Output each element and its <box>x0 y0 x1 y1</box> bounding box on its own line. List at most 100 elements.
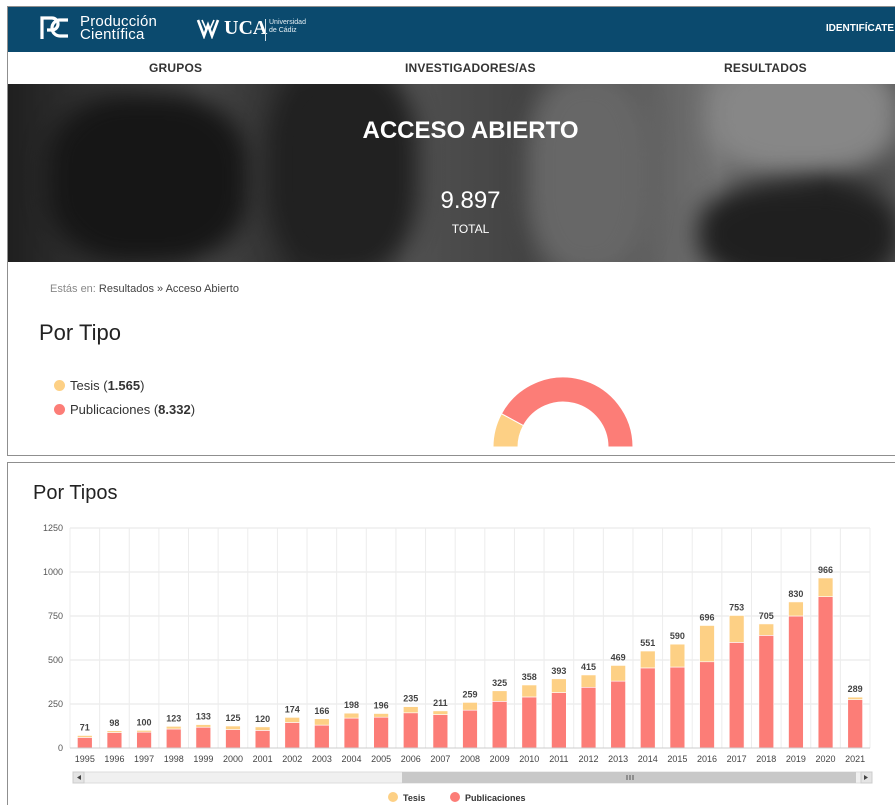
bar-publicaciones-2013[interactable] <box>610 680 626 749</box>
legend-item-publicaciones[interactable]: Publicaciones (8.332) <box>54 397 195 421</box>
x-tick-label: 2007 <box>430 754 450 764</box>
bar-tesis-2017[interactable] <box>728 615 745 643</box>
donut-slice-publicaciones[interactable] <box>500 376 634 447</box>
legend-marker-tesis[interactable] <box>388 792 398 802</box>
bar-tesis-2010[interactable] <box>521 684 537 698</box>
bar-tesis-2016[interactable] <box>699 625 715 663</box>
bar-tesis-2004[interactable] <box>343 712 360 719</box>
bar-tesis-1999[interactable] <box>195 724 212 728</box>
type-legend: Tesis (1.565) Publicaciones (8.332) <box>54 373 195 421</box>
bar-publicaciones-2000[interactable] <box>225 729 241 749</box>
data-label-2012: 415 <box>581 662 596 672</box>
bar-tesis-2013[interactable] <box>610 665 626 682</box>
bar-publicaciones-2017[interactable] <box>728 642 745 749</box>
data-label-2004: 198 <box>344 700 359 710</box>
bar-tesis-2021[interactable] <box>847 696 863 700</box>
legend-item-tesis[interactable]: Tesis (1.565) <box>54 373 195 397</box>
bar-publicaciones-2015[interactable] <box>669 666 686 749</box>
data-label-1995: 71 <box>80 723 90 733</box>
bar-publicaciones-2001[interactable] <box>254 730 271 749</box>
bar-tesis-2003[interactable] <box>314 718 330 726</box>
bar-tesis-2006[interactable] <box>403 706 419 714</box>
x-tick-label: 2011 <box>549 754 568 764</box>
bar-publicaciones-2009[interactable] <box>491 701 508 749</box>
bar-publicaciones-1999[interactable] <box>195 726 212 749</box>
nav-item-investigadores[interactable]: INVESTIGADORES/AS <box>405 61 536 75</box>
data-label-2009: 325 <box>492 678 507 688</box>
bar-tesis-2012[interactable] <box>580 674 597 688</box>
bar-publicaciones-2002[interactable] <box>284 722 300 749</box>
bar-publicaciones-2014[interactable] <box>640 667 656 749</box>
nav-item-resultados[interactable]: RESULTADOS <box>724 61 807 75</box>
legend-label-publicaciones[interactable]: Publicaciones <box>465 793 526 803</box>
total-count: 9.897 <box>440 187 501 214</box>
data-label-2018: 705 <box>759 611 774 621</box>
uca-sub-line1: Universidad <box>269 19 306 26</box>
bar-publicaciones-2012[interactable] <box>580 686 597 749</box>
bar-tesis-2000[interactable] <box>225 725 241 730</box>
bar-tesis-2014[interactable] <box>640 650 656 669</box>
bar-publicaciones-2006[interactable] <box>403 712 419 749</box>
site-logo-text[interactable]: Producción Científica <box>80 14 157 42</box>
stacked-bar-chart: 0 250 500 750 1000 1250 71 1995 98 1996 100 1997 123… <box>43 523 873 803</box>
bar-tesis-2008[interactable] <box>462 702 478 711</box>
identify-link[interactable]: IDENTIFÍCATE <box>826 23 894 34</box>
x-tick-label: 2012 <box>579 754 599 764</box>
bar-publicaciones-2005[interactable] <box>373 716 389 749</box>
bar-publicaciones-2016[interactable] <box>699 661 715 749</box>
bar-publicaciones-2008[interactable] <box>462 709 478 749</box>
bar-publicaciones-1998[interactable] <box>165 728 182 749</box>
legend-marker-publicaciones[interactable] <box>450 792 460 802</box>
data-label-2003: 166 <box>314 706 329 716</box>
bar-tesis-1995[interactable] <box>77 735 93 738</box>
bar-tesis-2007[interactable] <box>432 710 449 715</box>
bar-tesis-2011[interactable] <box>551 678 567 693</box>
bar-tesis-2020[interactable] <box>817 577 834 597</box>
bar-publicaciones-1997[interactable] <box>136 731 152 749</box>
x-tick-label: 1998 <box>164 754 184 764</box>
bar-publicaciones-2007[interactable] <box>432 714 449 749</box>
bar-publicaciones-2018[interactable] <box>758 635 775 749</box>
section-heading-por-tipo: Por Tipo <box>39 320 121 345</box>
breadcrumb-path[interactable]: Resultados » Acceso Abierto <box>99 283 239 295</box>
bar-publicaciones-2003[interactable] <box>314 724 330 749</box>
data-label-1998: 123 <box>166 713 181 723</box>
produccion-cientifica-logo-icon[interactable] <box>40 15 70 41</box>
bar-publicaciones-2021[interactable] <box>847 699 863 749</box>
y-tick-label: 0 <box>58 743 63 753</box>
bar-tesis-2018[interactable] <box>758 623 775 636</box>
bar-publicaciones-2020[interactable] <box>817 596 834 749</box>
data-label-1997: 100 <box>137 717 152 727</box>
scrollbar-thumb[interactable] <box>402 772 856 783</box>
x-tick-label: 2017 <box>727 754 747 764</box>
bar-tesis-2001[interactable] <box>254 726 271 731</box>
uca-divider <box>265 19 266 41</box>
bar-tesis-2009[interactable] <box>491 690 508 702</box>
bar-publicaciones-2010[interactable] <box>521 696 537 749</box>
bar-publicaciones-1996[interactable] <box>106 732 123 749</box>
nav-item-grupos[interactable]: GRUPOS <box>149 61 202 75</box>
x-tick-label: 2002 <box>282 754 302 764</box>
bar-publicaciones-1995[interactable] <box>77 737 93 749</box>
total-label: TOTAL <box>451 222 490 236</box>
bar-tesis-2005[interactable] <box>373 713 389 718</box>
bar-publicaciones-2011[interactable] <box>551 692 567 749</box>
uca-subtitle: Universidad de Cádiz <box>269 19 306 35</box>
bar-publicaciones-2004[interactable] <box>343 717 360 749</box>
bar-tesis-1997[interactable] <box>136 730 152 733</box>
bar-tesis-1998[interactable] <box>165 726 182 730</box>
data-label-2001: 120 <box>255 714 270 724</box>
bar-tesis-2002[interactable] <box>284 717 300 723</box>
uca-emblem-icon <box>196 19 220 39</box>
legend-label: Publicaciones <box>70 401 151 417</box>
data-label-2017: 753 <box>729 602 744 612</box>
legend-label-tesis[interactable]: Tesis <box>403 793 425 803</box>
data-label-2021: 289 <box>848 684 863 694</box>
bar-publicaciones-2019[interactable] <box>788 615 804 749</box>
x-tick-label: 1999 <box>193 754 213 764</box>
breadcrumb-prefix: Estás en: <box>50 283 96 295</box>
bar-tesis-2019[interactable] <box>788 601 804 617</box>
main-nav: GRUPOS INVESTIGADORES/AS RESULTADOS <box>8 52 895 84</box>
bar-tesis-1996[interactable] <box>106 730 123 733</box>
bar-tesis-2015[interactable] <box>669 643 686 668</box>
